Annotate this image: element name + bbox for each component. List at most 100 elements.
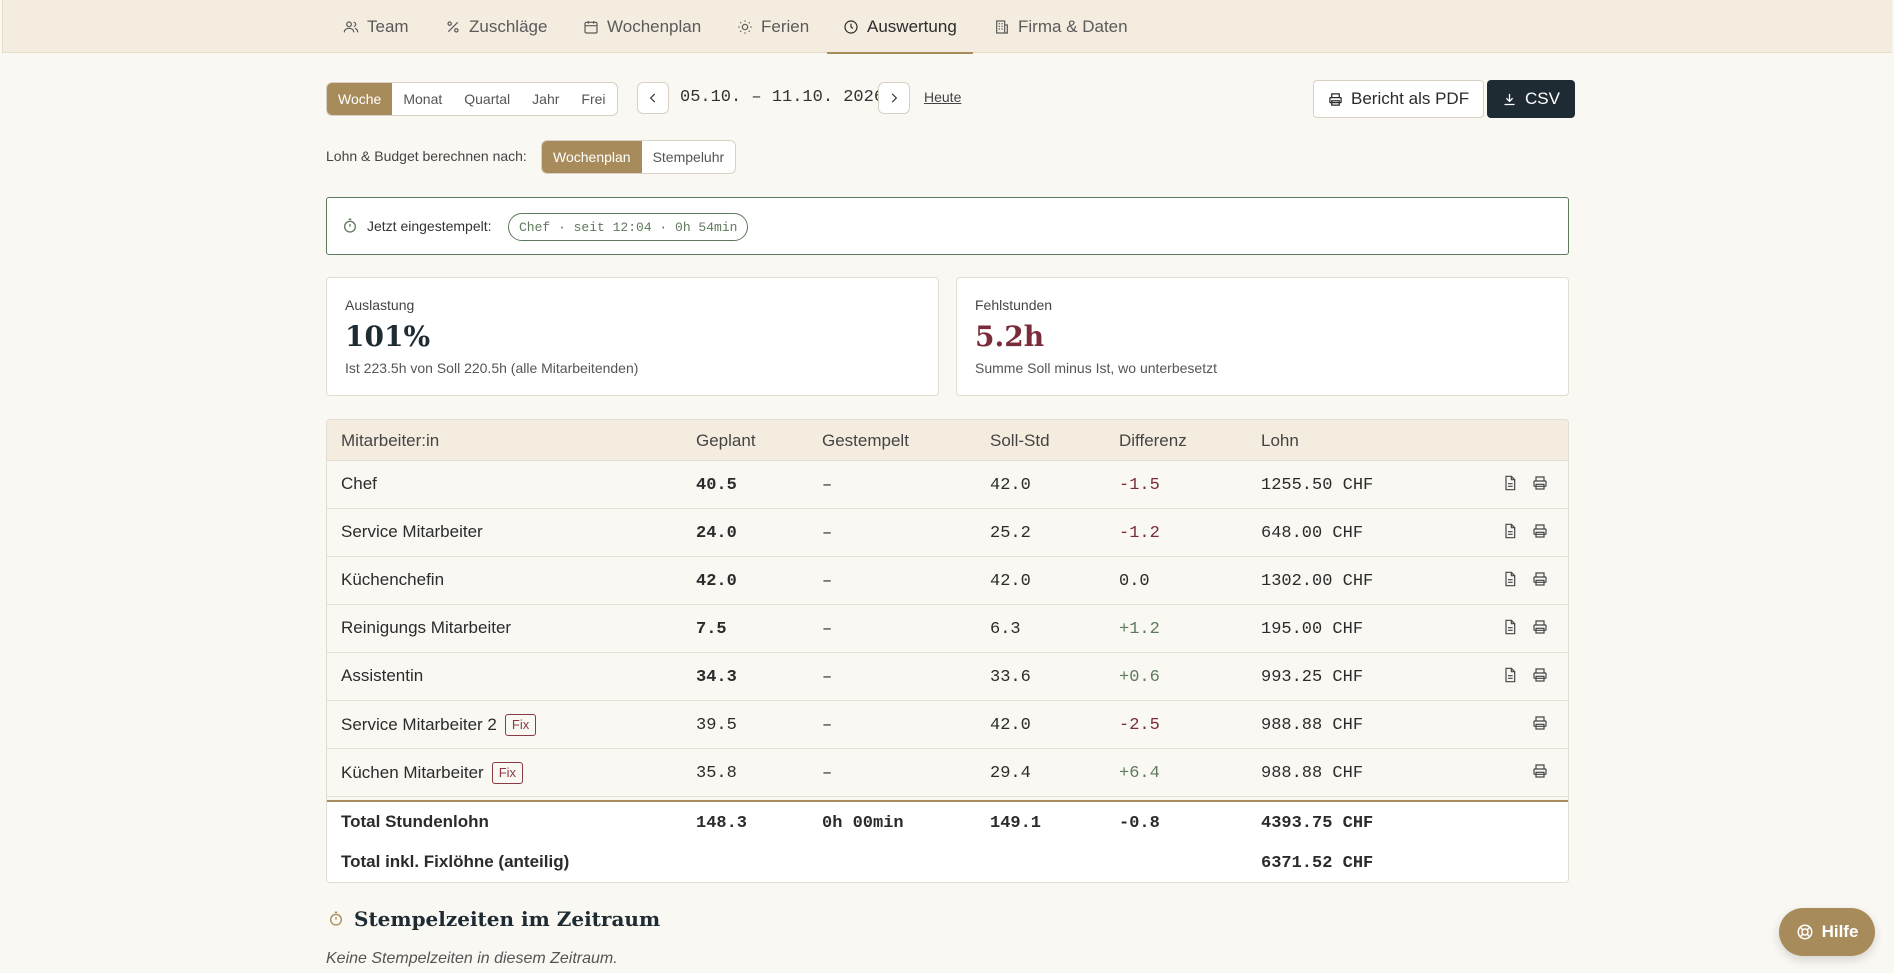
employee-name-text: Assistentin [341, 666, 424, 685]
period-option-jahr[interactable]: Jahr [521, 83, 570, 115]
calendar-icon [584, 20, 598, 34]
print-row-button[interactable] [1532, 667, 1550, 685]
difference-hours: -2.5 [1119, 716, 1160, 735]
printer-icon [1329, 92, 1342, 106]
target-hours: 42.0 [990, 572, 1031, 591]
wage-amount: 195.00 CHF [1261, 620, 1364, 639]
date-range: 05.10. – 11.10. 2026 [680, 88, 885, 107]
table-row: Service Mitarbeiter 2 Fix 39.5 – 42.0 -2.5 988… [327, 701, 1568, 749]
table-row: Reinigungs Mitarbeiter 7.5 – 6.3 +1.2 195.00 … [327, 605, 1568, 653]
difference-hours: +1.2 [1119, 620, 1160, 639]
employee-name: Service Mitarbeiter 2 Fix [341, 714, 537, 736]
document-icon [1502, 619, 1518, 639]
difference-hours: -1.5 [1119, 476, 1160, 495]
calc-option-wochenplan[interactable]: Wochenplan [542, 141, 642, 173]
total-planned: 148.3 [696, 814, 748, 833]
table-row: Chef 40.5 – 42.0 -1.5 1255.50 CHF [327, 461, 1568, 509]
payslip-button[interactable] [1502, 523, 1520, 541]
planned-hours: 24.0 [696, 524, 737, 543]
missing-hours-title: Fehlstunden [975, 297, 1053, 313]
calc-basis-label: Lohn & Budget berechnen nach: [326, 148, 527, 164]
wage-amount: 988.88 CHF [1261, 764, 1364, 783]
target-hours: 42.0 [990, 476, 1031, 495]
tab-zuschlaege[interactable]: Zuschläge [445, 0, 547, 53]
period-option-woche[interactable]: Woche [327, 83, 393, 115]
difference-hours: 0.0 [1119, 572, 1150, 591]
print-row-button[interactable] [1532, 571, 1550, 589]
payslip-button[interactable] [1502, 619, 1520, 637]
clocked-in-entry: Chef · seit 12:04 · 0h 54min [508, 213, 749, 241]
table-row: Küchen Mitarbeiter Fix 35.8 – 29.4 +6.4 988.88… [327, 749, 1568, 797]
printer-icon [1532, 476, 1548, 495]
employee-name: Assistentin [341, 666, 423, 686]
csv-export-button[interactable]: CSV [1487, 80, 1575, 118]
col-difference: Differenz [1119, 431, 1187, 450]
payslip-button[interactable] [1502, 475, 1520, 493]
print-row-button[interactable] [1532, 619, 1550, 637]
clocked-in-label: Jetzt eingestempelt: [367, 218, 492, 234]
clock-times-empty: Keine Stempelzeiten in diesem Zeitraum. [326, 950, 618, 967]
tab-label: Team [367, 16, 409, 36]
total-fixed-wage: 6371.52 CHF [1261, 854, 1374, 873]
target-hours: 33.6 [990, 668, 1031, 687]
employee-name-text: Service Mitarbeiter 2 [341, 715, 497, 734]
target-hours: 42.0 [990, 716, 1031, 735]
document-icon [1502, 475, 1518, 495]
printer-icon [1532, 716, 1548, 735]
stopwatch-icon [330, 911, 342, 926]
planned-hours: 39.5 [696, 716, 737, 735]
table-header: Mitarbeiter:in Geplant Gestempelt Soll-S… [327, 420, 1568, 461]
calc-option-stempeluhr[interactable]: Stempeluhr [642, 141, 736, 173]
print-row-button[interactable] [1532, 523, 1550, 541]
payslip-button[interactable] [1502, 667, 1520, 685]
today-link[interactable]: Heute [924, 89, 961, 105]
table-row: Küchenchefin 42.0 – 42.0 0.0 1302.00 CHF [327, 557, 1568, 605]
difference-hours: +0.6 [1119, 668, 1160, 687]
col-planned: Geplant [696, 431, 756, 450]
clocked-hours: – [822, 572, 833, 591]
period-option-quartal[interactable]: Quartal [453, 83, 521, 115]
clock-times-heading: Stempelzeiten im Zeitraum [328, 907, 660, 931]
pdf-report-button[interactable]: Bericht als PDF [1313, 80, 1485, 118]
employee-name-text: Chef [341, 474, 377, 493]
clocked-hours: – [822, 764, 833, 783]
total-difference: -0.8 [1119, 814, 1160, 833]
employee-name: Chef [341, 474, 377, 494]
clocked-hours: – [822, 716, 833, 735]
tab-ferien[interactable]: Ferien [737, 0, 809, 53]
prev-period-button[interactable] [637, 82, 669, 114]
tab-team[interactable]: Team [343, 0, 409, 53]
wage-amount: 648.00 CHF [1261, 524, 1364, 543]
tab-wochenplan[interactable]: Wochenplan [583, 0, 701, 53]
tab-label: Zuschläge [469, 16, 548, 36]
utilization-value: 101% [345, 320, 431, 353]
clock-icon [844, 19, 858, 34]
tab-label: Ferien [761, 16, 810, 36]
clocked-hours: – [822, 476, 833, 495]
fixed-wage-badge: Fix [491, 762, 524, 784]
users-icon [343, 20, 359, 32]
tab-label: Firma & Daten [1018, 16, 1128, 36]
print-row-button[interactable] [1532, 475, 1550, 493]
period-option-frei[interactable]: Frei [570, 83, 616, 115]
printer-icon [1532, 620, 1548, 639]
chevron-left-icon [649, 93, 656, 103]
total-target: 149.1 [990, 814, 1042, 833]
missing-hours-sub: Summe Soll minus Ist, wo unterbesetzt [975, 360, 1217, 376]
payslip-button[interactable] [1502, 571, 1520, 589]
period-option-monat[interactable]: Monat [392, 83, 453, 115]
stopwatch-icon [344, 218, 356, 233]
tab-firma-daten[interactable]: Firma & Daten [994, 0, 1128, 53]
print-row-button[interactable] [1532, 763, 1550, 781]
col-target: Soll-Std [990, 431, 1050, 450]
tab-label: Wochenplan [607, 16, 702, 36]
tab-auswertung[interactable]: Auswertung [827, 0, 973, 54]
employee-name-text: Küchenchefin [341, 570, 445, 589]
next-period-button[interactable] [878, 82, 910, 114]
clocked-hours: – [822, 620, 833, 639]
print-row-button[interactable] [1532, 715, 1550, 733]
help-button[interactable]: Hilfe [1779, 908, 1875, 956]
wage-amount: 1255.50 CHF [1261, 476, 1374, 495]
target-hours: 29.4 [990, 764, 1031, 783]
clock-times-title: Stempelzeiten im Zeitraum [354, 907, 661, 931]
